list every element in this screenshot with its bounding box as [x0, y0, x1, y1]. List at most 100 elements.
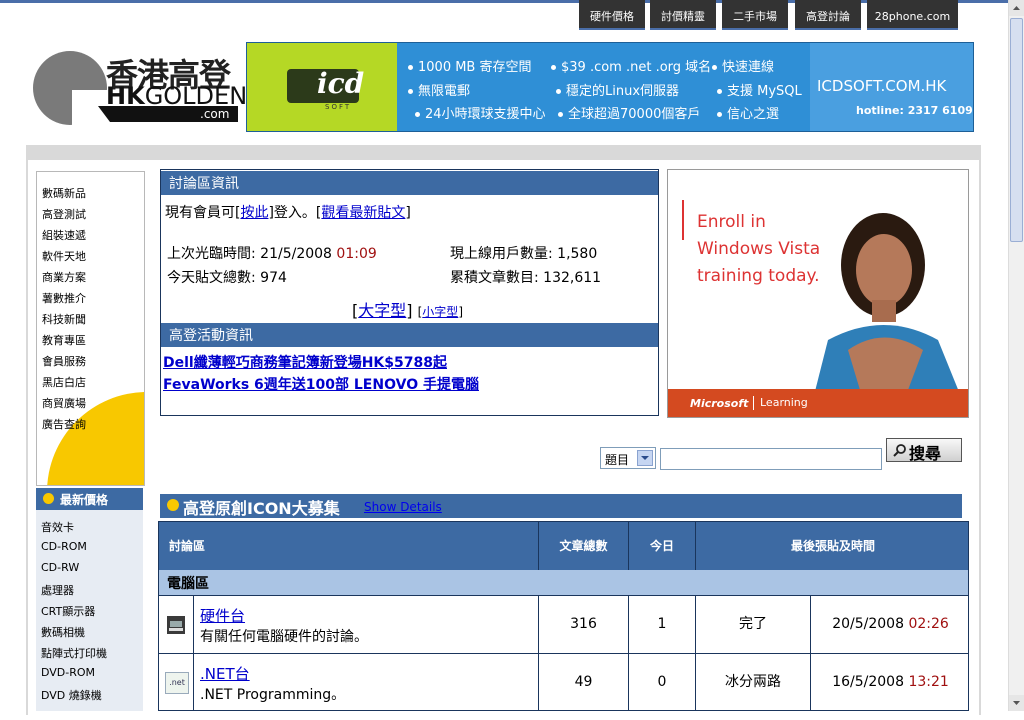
last-poster[interactable]: 完了 — [696, 596, 811, 654]
logo-hk: HK — [106, 82, 145, 110]
hkgolden-logo[interactable]: 香港高登 HKGOLDEN .com — [28, 50, 247, 130]
nav-28phone[interactable]: 28phone.com — [867, 0, 958, 30]
banner-site-panel: ICDSOFT.COM.HK hotline: 2317 6109 — [810, 43, 973, 131]
woman-photo-icon — [808, 213, 968, 417]
total-articles: 累積文章數目: 132,611 — [450, 270, 602, 286]
bullet-icon — [717, 112, 722, 117]
vertical-scrollbar[interactable] — [1008, 0, 1024, 711]
login-link[interactable]: 按此 — [240, 205, 268, 221]
bullet-icon — [556, 89, 561, 94]
small-font-link[interactable]: 小字型 — [422, 305, 458, 319]
hardware-icon — [167, 616, 185, 634]
price-item[interactable]: 數碼相機 — [41, 624, 85, 640]
latest-price-header: 最新價格 — [36, 488, 143, 510]
sidebar-item[interactable]: 商貿廣場 — [42, 395, 86, 411]
price-list: 音效卡 CD-ROM CD-RW 處理器 CRT顯示器 數碼相機 點陣式打印機 … — [36, 510, 143, 711]
ad-footer: Microsoft Learning — [668, 389, 968, 417]
sidebar-item[interactable]: 組裝速遞 — [42, 227, 86, 243]
col-header-today: 今日 — [629, 522, 696, 570]
sidebar-item[interactable]: 黑店白店 — [42, 374, 86, 390]
forum-desc: .NET Programming。 — [200, 687, 346, 703]
search-type-value: 題目 — [605, 453, 630, 467]
today-count: 1 — [629, 596, 696, 654]
banner-feature: $39 .com .net .org 域名 — [551, 56, 711, 75]
dotnet-icon: .net — [165, 672, 189, 694]
search-button-label: 搜尋 — [909, 444, 942, 463]
last-post-time: 20/5/2008 02:26 — [811, 596, 968, 654]
forum-info-box: 討論區資訊 現有會員可[按此]登入。[觀看最新貼文] 上次光臨時間: 21/5/… — [160, 169, 659, 416]
sidebar-item[interactable]: 高登測試 — [42, 206, 86, 222]
sidebar-item[interactable]: 薯數推介 — [42, 290, 86, 306]
logo-golden: GOLDEN — [144, 82, 248, 110]
sidebar-item[interactable]: 商業方案 — [42, 269, 86, 285]
chevron-down-icon[interactable] — [637, 450, 653, 466]
search-input[interactable] — [660, 448, 882, 470]
forum-cell: .NET台 .NET Programming。 — [194, 654, 539, 710]
sidebar-item[interactable]: 廣告查詢 — [42, 416, 86, 432]
bullet-icon — [717, 89, 722, 94]
price-item[interactable]: CRT顯示器 — [41, 603, 95, 619]
today-count: 0 — [629, 654, 696, 710]
ad-line-1: Enroll in — [697, 212, 766, 232]
price-item[interactable]: CD-ROM — [41, 540, 87, 553]
sidebar-item[interactable]: 軟件天地 — [42, 248, 86, 264]
yellow-dot-icon — [167, 499, 179, 511]
sidebar-item[interactable]: 教育專區 — [42, 332, 86, 348]
price-item[interactable]: DVD 燒錄機 — [41, 687, 102, 703]
logo-en-text: HKGOLDEN — [106, 82, 247, 110]
nav-second-hand[interactable]: 二手市場 — [722, 0, 788, 30]
price-item[interactable]: CD-RW — [41, 561, 79, 574]
icon-contest-bar: 高登原創ICON大募集 Show Details — [160, 494, 962, 518]
price-item[interactable]: 音效卡 — [41, 519, 74, 535]
bullet-icon — [558, 112, 563, 117]
forum-cell: 硬件台 有關任何電腦硬件的討論。 — [194, 596, 539, 654]
latest-posts-link[interactable]: 觀看最新貼文 — [321, 205, 405, 221]
banner-feature: 信心之選 — [717, 103, 779, 122]
news-link-fevaworks[interactable]: FevaWorks 6週年送100部 LENOVO 手提電腦 — [163, 374, 479, 394]
table-row: .net — [159, 654, 194, 710]
search-button[interactable]: 搜尋 — [886, 438, 962, 463]
sidebar-item[interactable]: 科技新聞 — [42, 311, 86, 327]
icdsoft-banner[interactable]: icd SOFT 1000 MB 寄存空間 無限電郵 24小時環球支援中心 $3… — [246, 42, 974, 132]
font-size-options: [大字型] [小字型] — [352, 301, 463, 320]
price-item[interactable]: DVD-ROM — [41, 666, 95, 679]
bullet-icon — [408, 89, 413, 94]
bullet-icon — [415, 112, 420, 117]
banner-feature: 1000 MB 寄存空間 — [408, 56, 531, 75]
banner-feature: 支援 MySQL — [717, 80, 802, 99]
post-count: 316 — [539, 596, 629, 654]
microsoft-vista-ad[interactable]: Enroll in Windows Vista training today. … — [667, 169, 969, 418]
banner-feature: 穩定的Linux伺服器 — [556, 80, 679, 99]
search-type-select[interactable]: 題目 — [600, 447, 656, 469]
sidebar-item[interactable]: 數碼新品 — [42, 185, 86, 201]
nav-forum[interactable]: 高登討論 — [795, 0, 861, 30]
latest-price-title: 最新價格 — [60, 493, 109, 507]
scroll-up-icon[interactable] — [1009, 0, 1024, 16]
section-row: 電腦區 — [159, 570, 968, 596]
price-item[interactable]: 處理器 — [41, 582, 74, 598]
show-details-link[interactable]: Show Details — [364, 500, 442, 514]
nav-hardware-price[interactable]: 硬件價格 — [579, 0, 645, 30]
icd-logo-sub: SOFT — [325, 103, 352, 111]
contest-title: 高登原創ICON大募集 — [183, 499, 340, 518]
col-header-posts: 文章總數 — [539, 522, 629, 570]
banner-feature: 24小時環球支援中心 — [415, 103, 546, 122]
forum-link-hardware[interactable]: 硬件台 — [200, 605, 245, 626]
banner-hotline: hotline: 2317 6109 — [856, 104, 973, 117]
sidebar-item[interactable]: 會員服務 — [42, 353, 86, 369]
scroll-down-icon[interactable] — [1009, 695, 1024, 711]
logo-dotcom: .com — [200, 107, 230, 121]
price-item[interactable]: 點陣式打印機 — [41, 645, 107, 661]
today-posts: 今天貼文總數: 974 — [167, 270, 287, 286]
activity-title: 高登活動資訊 — [161, 323, 658, 347]
yellow-dot-icon — [43, 493, 54, 504]
ad-accent-line — [682, 200, 684, 240]
forum-link-dotnet[interactable]: .NET台 — [200, 663, 250, 684]
news-link-dell[interactable]: Dell纖薄輕巧商務筆記簿新登場HK$5788起 — [163, 352, 447, 372]
scroll-thumb[interactable] — [1010, 18, 1023, 242]
last-post-time: 16/5/2008 13:21 — [811, 654, 968, 710]
nav-price-wizard[interactable]: 討價精靈 — [650, 0, 716, 30]
big-font-link[interactable]: 大字型 — [358, 301, 406, 320]
banner-feature: 快速連線 — [712, 56, 774, 75]
last-poster[interactable]: 冰分兩路 — [696, 654, 811, 710]
